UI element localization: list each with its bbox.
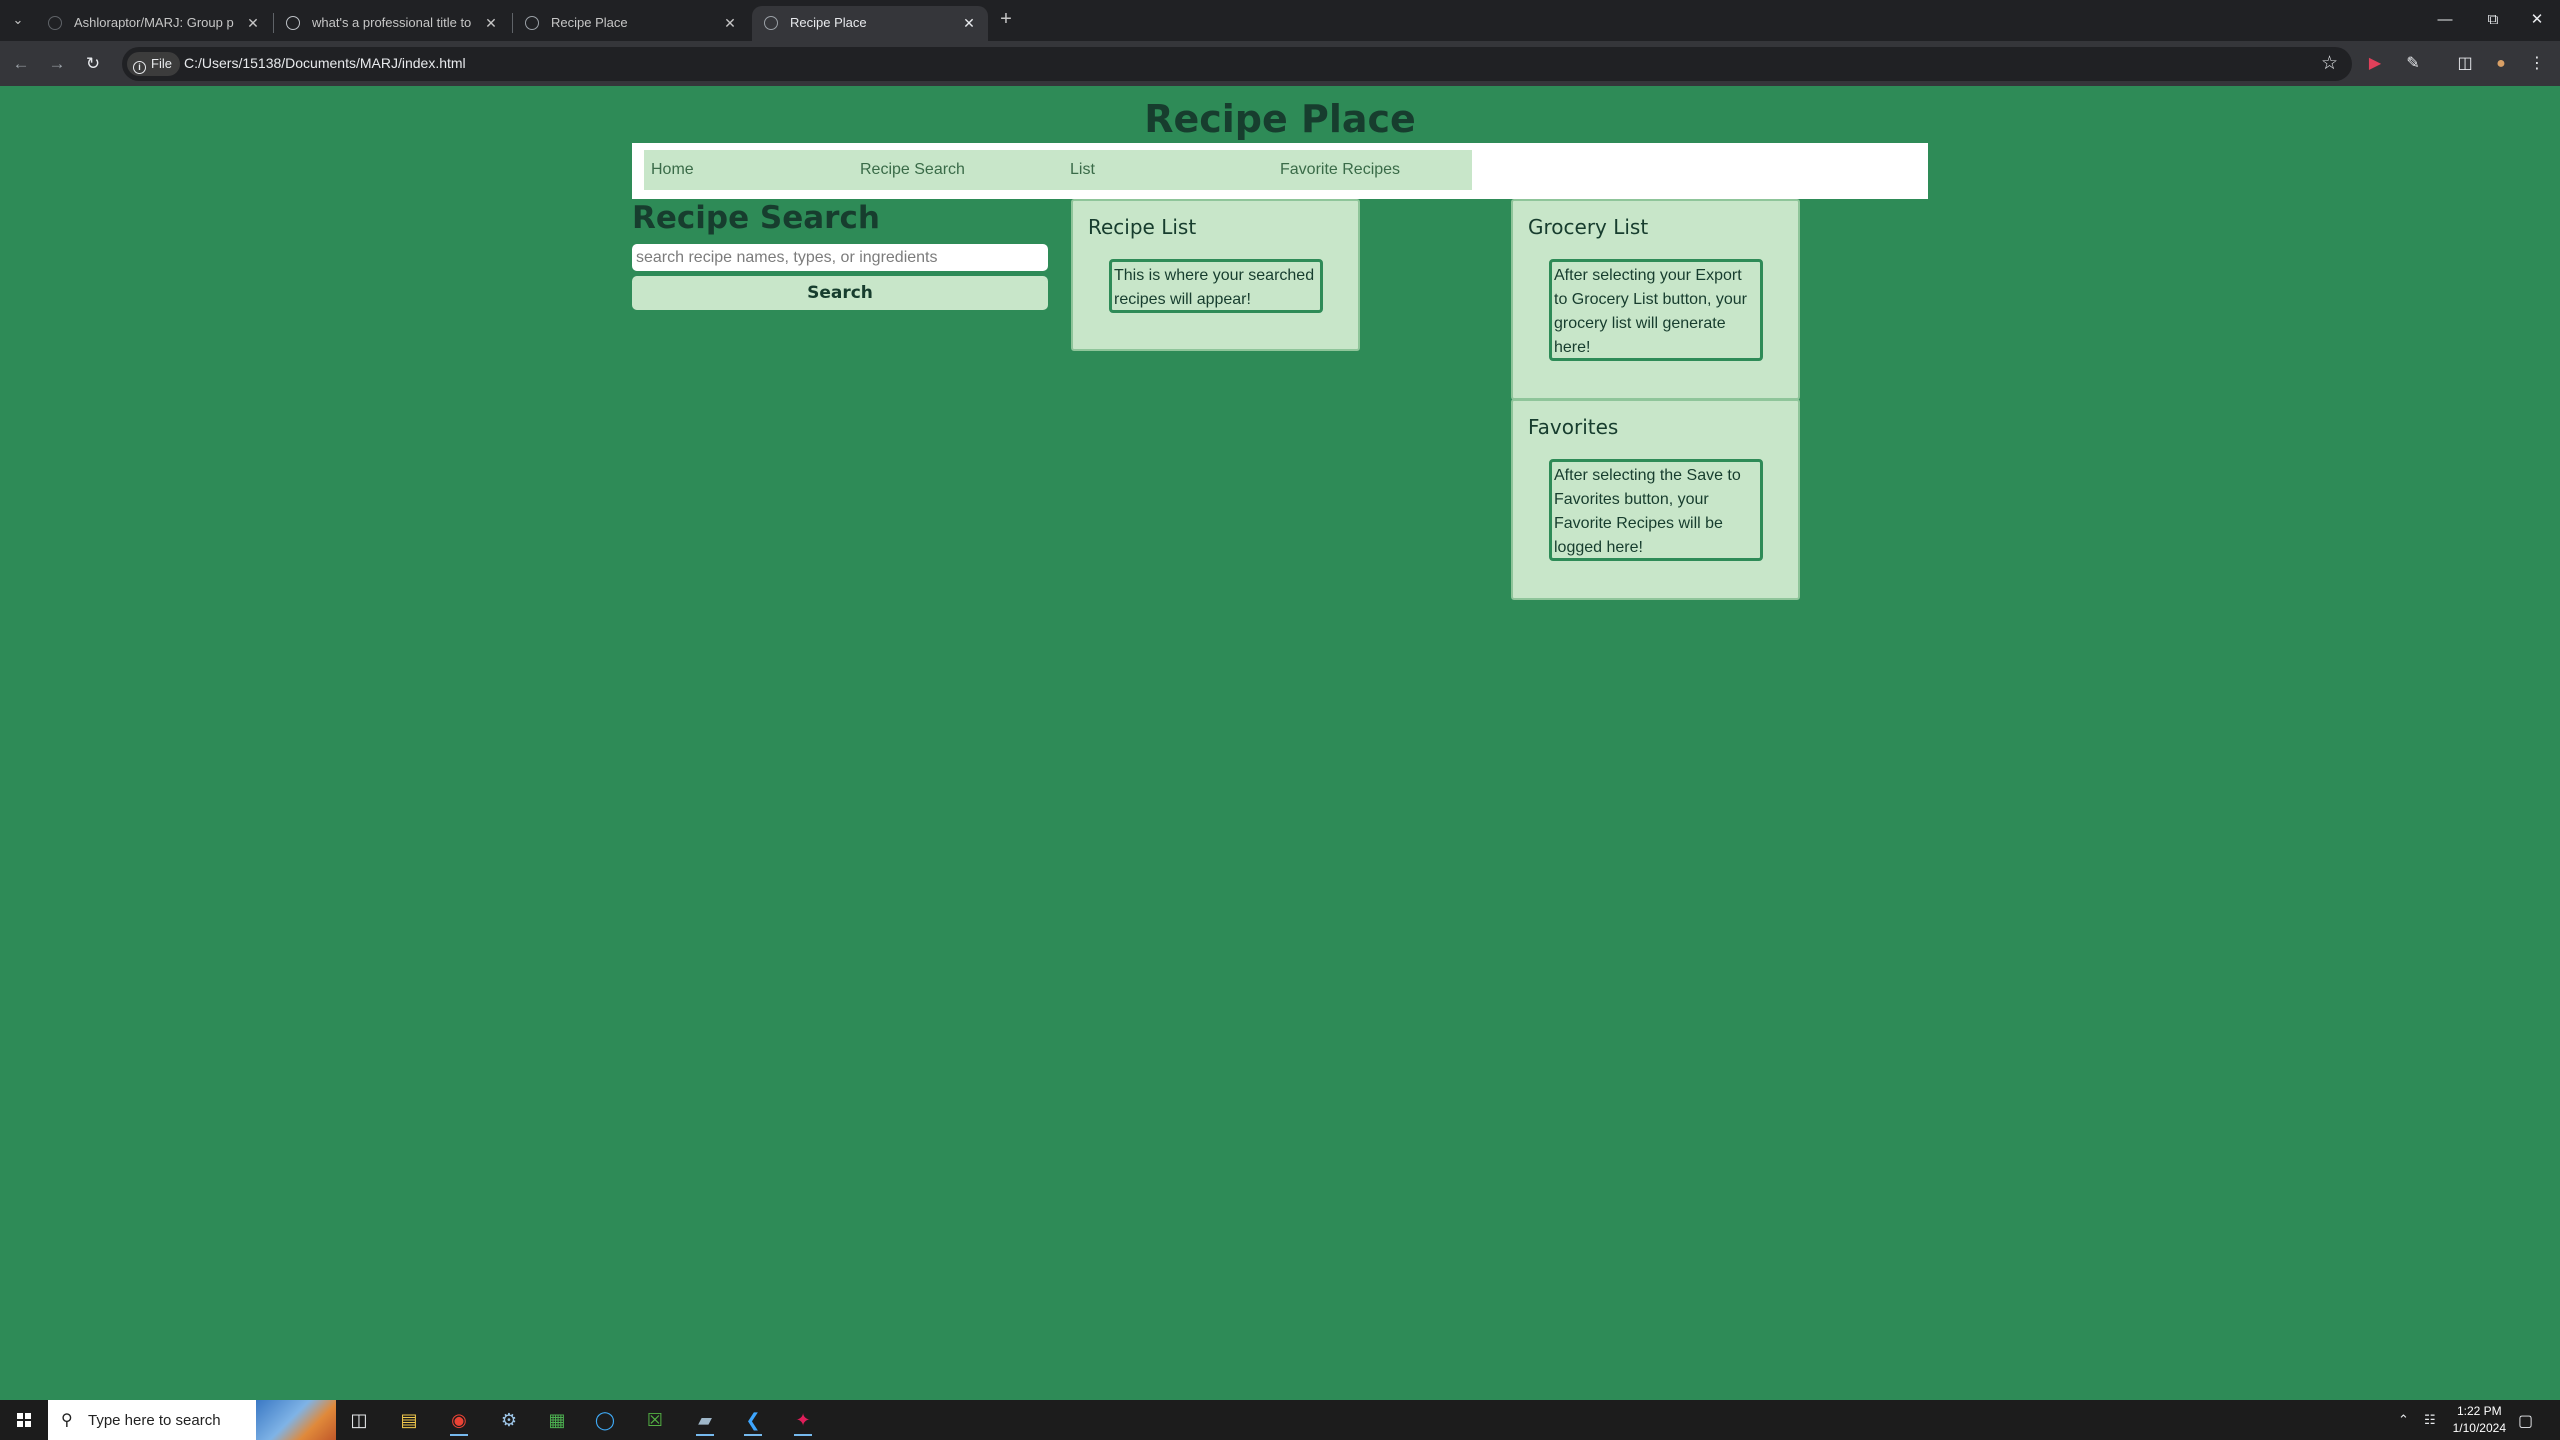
search-button[interactable]: Search (632, 276, 1048, 310)
profile-avatar-icon[interactable]: ● (2490, 53, 2512, 75)
clock-time: 1:22 PM (2456, 1404, 2502, 1418)
steam-icon[interactable]: ⚙ (490, 1404, 528, 1436)
extensions-puzzle-icon[interactable]: ✎ (2402, 53, 2424, 75)
taskbar-clock[interactable]: 1:22 PM 1/10/2024 (2453, 1403, 2506, 1437)
edge-icon[interactable]: ◯ (586, 1404, 624, 1436)
nav-list: Home Recipe Search List Favorite Recipes (644, 150, 1472, 190)
grocery-list-placeholder: After selecting your Export to Grocery L… (1549, 259, 1763, 361)
tab-close-icon[interactable]: ✕ (721, 14, 739, 32)
task-view-icon[interactable]: ◫ (340, 1404, 378, 1436)
recipe-search-input[interactable] (632, 244, 1048, 271)
address-bar[interactable]: i File C:/Users/15138/Documents/MARJ/inde… (122, 47, 2352, 81)
tray-chevron-icon[interactable]: ⌃ (2398, 1412, 2409, 1440)
forward-arrow-icon[interactable]: → (44, 51, 70, 77)
tab-search-chevron-icon[interactable]: ⌄ (6, 8, 30, 32)
browser-tab-bar: ⌄ Ashloraptor/MARJ: Group proje ✕ what's… (0, 0, 2560, 41)
tab-title: Ashloraptor/MARJ: Group proje (74, 15, 234, 30)
tab-close-icon[interactable]: ✕ (482, 14, 500, 32)
close-window-icon[interactable]: ✕ (2508, 0, 2560, 40)
recipe-list-card: Recipe List This is where your searched … (1071, 199, 1360, 351)
search-icon: ⚲ (61, 1412, 73, 1429)
site-navbar: Home Recipe Search List Favorite Recipes (632, 143, 1928, 199)
nav-list[interactable]: List (1070, 150, 1095, 190)
browser-toolbar: ← → ↻ i File C:/Users/15138/Documents/MAR… (0, 41, 2560, 86)
tab-close-icon[interactable]: ✕ (244, 14, 262, 32)
file-explorer-icon[interactable]: ▤ (390, 1404, 428, 1436)
favorites-card: Favorites After selecting the Save to Fa… (1511, 399, 1800, 600)
grocery-list-card: Grocery List After selecting your Export… (1511, 199, 1800, 400)
web-page: Recipe Place Home Recipe Search List Fav… (0, 86, 2560, 1400)
slack-icon[interactable]: ✦ (784, 1404, 822, 1436)
globe-icon (764, 16, 778, 30)
vscode-icon[interactable]: ❮ (734, 1404, 772, 1436)
app-icon[interactable]: ▰ (686, 1404, 724, 1436)
reload-icon[interactable]: ↻ (80, 51, 106, 77)
site-title: Recipe Place (1144, 97, 1416, 141)
start-button[interactable] (0, 1400, 48, 1440)
minecraft-icon[interactable]: ▦ (538, 1404, 576, 1436)
tab-google-search[interactable]: what's a professional title to de ✕ (274, 6, 510, 41)
nav-recipe-search[interactable]: Recipe Search (860, 150, 965, 190)
favorites-placeholder: After selecting the Save to Favorites bu… (1549, 459, 1763, 561)
nav-home[interactable]: Home (651, 150, 694, 190)
tab-title: Recipe Place (551, 15, 628, 30)
tab-recipe-place[interactable]: Recipe Place ✕ (513, 6, 749, 41)
bookmark-star-icon[interactable]: ☆ (2321, 52, 2338, 75)
xbox-icon[interactable]: ☒ (636, 1404, 674, 1436)
taskbar-search-placeholder: Type here to search (88, 1412, 221, 1429)
tab-github[interactable]: Ashloraptor/MARJ: Group proje ✕ (36, 6, 272, 41)
tab-title: what's a professional title to de (312, 15, 472, 30)
notifications-icon[interactable]: ▢ (2518, 1411, 2533, 1440)
site-info-chip[interactable]: i File (127, 52, 180, 76)
recipe-list-title: Recipe List (1088, 215, 1197, 239)
extension-icon[interactable]: ▶ (2364, 53, 2386, 75)
recipe-list-placeholder: This is where your searched recipes will… (1109, 259, 1323, 313)
grocery-list-title: Grocery List (1528, 215, 1649, 239)
favorites-title: Favorites (1528, 415, 1619, 439)
site-info-label: File (151, 56, 172, 71)
more-menu-icon[interactable]: ⋮ (2526, 53, 2548, 75)
windows-logo-icon (17, 1413, 31, 1427)
back-arrow-icon[interactable]: ← (8, 51, 34, 77)
search-highlight-image (256, 1400, 336, 1440)
info-icon: i (133, 61, 146, 74)
recipe-search-heading: Recipe Search (632, 200, 880, 236)
chrome-icon[interactable]: ◉ (440, 1404, 478, 1436)
clock-date: 1/10/2024 (2452, 1421, 2506, 1435)
globe-icon (525, 16, 539, 30)
windows-taskbar: ⚲ Type here to search ◫ ▤ ◉ ⚙ ▦ ◯ ☒ ▰ ❮ … (0, 1400, 2560, 1440)
taskbar-search-box[interactable]: ⚲ Type here to search (48, 1400, 336, 1440)
url-text[interactable]: C:/Users/15138/Documents/MARJ/index.html (184, 55, 466, 71)
new-tab-button[interactable]: + (994, 8, 1018, 32)
tab-recipe-place-active[interactable]: Recipe Place ✕ (752, 6, 988, 41)
network-icon[interactable]: ☷ (2424, 1412, 2436, 1440)
google-icon (286, 16, 300, 30)
tab-title: Recipe Place (790, 15, 867, 30)
nav-favorite-recipes[interactable]: Favorite Recipes (1280, 150, 1400, 190)
tab-close-icon[interactable]: ✕ (960, 14, 978, 32)
side-panel-icon[interactable]: ◫ (2454, 53, 2476, 75)
github-icon (48, 16, 62, 30)
